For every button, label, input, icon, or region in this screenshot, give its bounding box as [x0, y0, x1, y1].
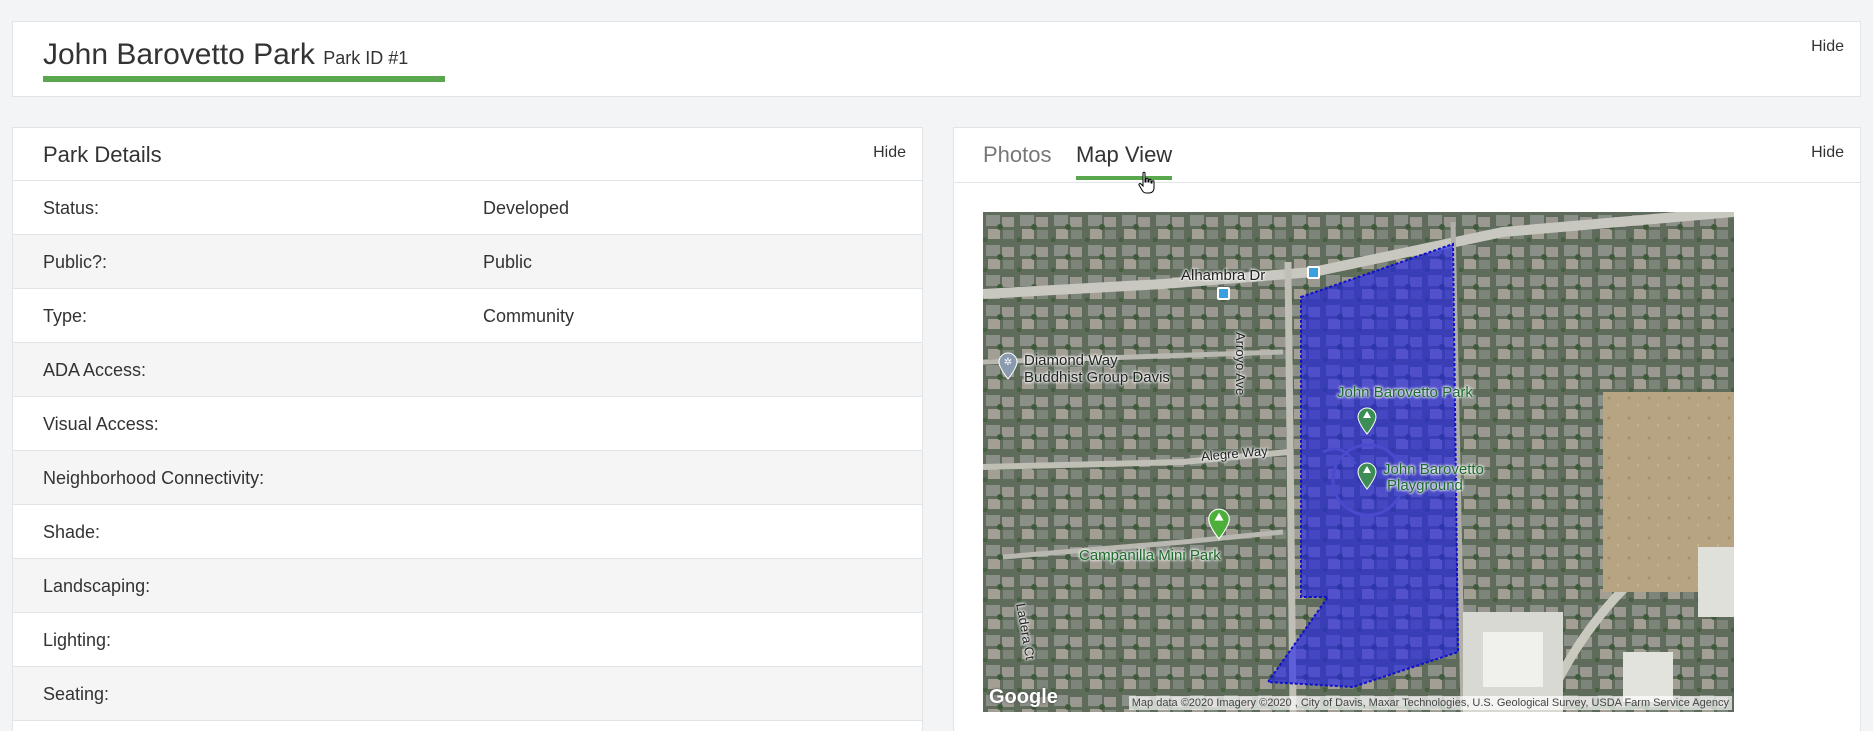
google-logo: Google: [989, 686, 1058, 708]
poi-pin-icon[interactable]: ✲: [998, 352, 1018, 380]
detail-label: ADA Access:: [43, 360, 147, 380]
campanilla-park-pin-icon[interactable]: [1207, 508, 1231, 540]
park-header-card: John Barovetto Park Park ID #1 Hide: [12, 21, 1861, 97]
detail-label: Public?:: [43, 252, 108, 272]
svg-text:✲: ✲: [1004, 357, 1012, 368]
bus-stop-icon[interactable]: [1217, 287, 1230, 300]
detail-row-landscaping: Landscaping:: [13, 559, 922, 613]
detail-label: Seating:: [43, 684, 110, 704]
detail-label: Lighting:: [43, 630, 112, 650]
detail-row-shade: Shade:: [13, 505, 922, 559]
media-hide-link[interactable]: Hide: [1811, 144, 1844, 162]
detail-label: Landscaping:: [43, 576, 151, 596]
tab-map-view[interactable]: Map View: [1076, 142, 1173, 180]
poi-label-playground-1: John Barovetto: [1383, 461, 1484, 478]
detail-row-seating: Seating:: [13, 667, 922, 721]
detail-row-neighborhood-connectivity: Neighborhood Connectivity:: [13, 451, 922, 505]
street-label-alhambra: Alhambra Dr: [1181, 267, 1266, 284]
poi-label-buddhist-2: Buddhist Group Davis: [1024, 369, 1170, 386]
park-title: John Barovetto Park: [43, 38, 315, 71]
poi-label-park: John Barovetto Park: [1337, 384, 1473, 401]
detail-label: Status:: [43, 198, 100, 218]
park-details-header: Park Details Hide: [13, 128, 922, 181]
detail-row-lighting: Lighting:: [13, 613, 922, 667]
detail-value: Community: [483, 306, 575, 326]
map-attribution[interactable]: Map data ©2020 Imagery ©2020 , City of D…: [1128, 696, 1732, 710]
park-map[interactable]: ✲ Alhambra Dr Arroyo Ave Alegre Way Lade…: [983, 212, 1734, 712]
detail-label: Shade:: [43, 522, 101, 542]
detail-row-public: Public?: Public: [13, 235, 922, 289]
page-title: John Barovetto Park Park ID #1: [43, 38, 445, 82]
media-tabs: Photos Map View Hide: [954, 128, 1860, 194]
park-id: Park ID #1: [323, 48, 409, 68]
detail-row-visual-access: Visual Access:: [13, 397, 922, 451]
header-hide-link[interactable]: Hide: [1811, 38, 1844, 56]
park-pin-icon[interactable]: [1357, 407, 1377, 435]
poi-label-buddhist-1: Diamond Way: [1024, 352, 1118, 369]
detail-value: Developed: [483, 198, 570, 218]
tab-photos[interactable]: Photos: [983, 142, 1052, 176]
hand-cursor-icon: [1138, 171, 1155, 194]
park-details-card: Park Details Hide Status: Developed Publ…: [12, 127, 923, 731]
bus-stop-icon[interactable]: [1307, 266, 1320, 279]
detail-row-type: Type: Community: [13, 289, 922, 343]
detail-label: Visual Access:: [43, 414, 159, 434]
detail-label: Type:: [43, 306, 88, 326]
playground-pin-icon[interactable]: [1357, 462, 1377, 490]
detail-label: Neighborhood Connectivity:: [43, 468, 265, 488]
details-list: Status: Developed Public?: Public Type: …: [13, 181, 922, 721]
detail-row-status: Status: Developed: [13, 181, 922, 235]
park-details-title: Park Details: [43, 142, 162, 167]
details-hide-link[interactable]: Hide: [873, 144, 906, 162]
street-label-arroyo: Arroyo Ave: [1233, 332, 1248, 396]
detail-row-ada-access: ADA Access:: [13, 343, 922, 397]
poi-label-campanilla: Campanilla Mini Park: [1079, 547, 1221, 564]
media-card: Photos Map View Hide ✲ Alhambra Dr Arroy…: [953, 127, 1861, 731]
detail-value: Public: [483, 252, 533, 272]
poi-label-playground-2: Playground: [1387, 477, 1463, 494]
